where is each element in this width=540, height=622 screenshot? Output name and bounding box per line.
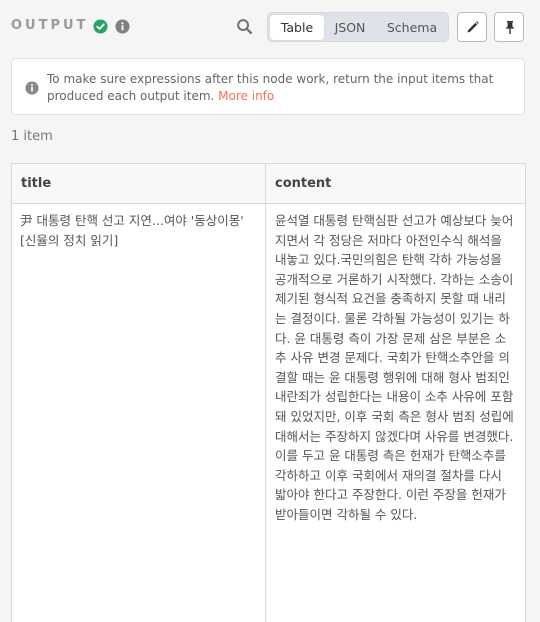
search-icon[interactable] (236, 18, 253, 35)
info-icon (25, 81, 39, 95)
table-cell-content[interactable]: 윤석열 대통령 탄핵심판 선고가 예상보다 늦어지면서 각 정당은 저마다 아전… (266, 204, 525, 622)
info-icon[interactable] (115, 19, 130, 34)
pencil-icon (467, 21, 479, 33)
output-table: title content 尹 대통령 탄핵 선고 지연...여야 '동상이몽'… (11, 163, 526, 622)
notice-text: To make sure expressions after this node… (47, 71, 509, 105)
tab-json[interactable]: JSON (328, 15, 372, 40)
output-title: OUTPUT (11, 18, 89, 33)
view-mode-tabs: Table JSON Schema (267, 12, 449, 42)
pin-icon (505, 21, 515, 34)
table-cell-title[interactable]: 尹 대통령 탄핵 선고 지연...여야 '동상이몽' [신율의 정치 읽기] (12, 204, 266, 622)
pin-data-button[interactable] (494, 12, 524, 42)
item-count: 1 item (11, 129, 53, 144)
tab-table[interactable]: Table (270, 15, 324, 40)
column-header-title: title (12, 164, 266, 204)
notice-callout: To make sure expressions after this node… (11, 58, 525, 115)
more-info-link[interactable]: More info (218, 89, 274, 103)
tab-schema[interactable]: Schema (378, 15, 446, 40)
edit-output-button[interactable] (457, 12, 487, 42)
output-header: OUTPUT Table JSON Schema (0, 0, 540, 54)
check-circle-icon (93, 19, 108, 34)
column-header-content: content (266, 164, 525, 204)
